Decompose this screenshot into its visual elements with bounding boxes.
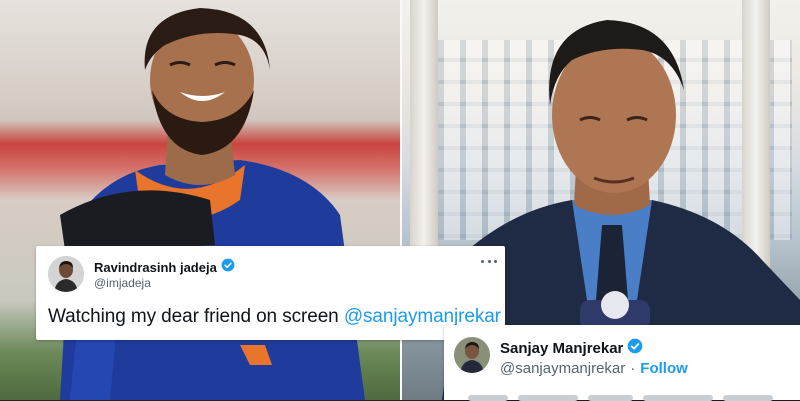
more-options-icon[interactable] — [481, 256, 497, 266]
author-handle-row: @sanjaymanjrekar · Follow — [500, 360, 688, 377]
avatar-image — [454, 337, 490, 373]
avatar[interactable] — [48, 256, 84, 292]
tweet-card-manjrekar[interactable]: Sanjay Manjrekar @sanjaymanjrekar · Foll… — [444, 325, 800, 401]
photo-left — [0, 0, 400, 400]
author-handle[interactable]: @imjadeja — [94, 276, 151, 290]
avatar-image — [48, 256, 84, 292]
avatar[interactable] — [454, 337, 490, 373]
author-handle-row: @imjadeja — [94, 276, 151, 290]
cropped-tweet-text — [468, 395, 773, 401]
tweet-card-jadeja[interactable]: Ravindrasinh jadeja @imjadeja Watching m… — [36, 246, 505, 340]
author-display-name[interactable]: Ravindrasinh jadeja — [94, 260, 217, 275]
verified-badge-icon — [221, 258, 235, 277]
follow-button[interactable]: Follow — [640, 360, 688, 377]
tweet-text: Watching my dear friend on screen @sanja… — [48, 306, 501, 328]
tweet-text-body: Watching my dear friend on screen — [48, 306, 344, 327]
player-photo-jadeja — [42, 8, 365, 400]
author-display-name[interactable]: Sanjay Manjrekar — [500, 340, 623, 357]
author-name-row: Ravindrasinh jadeja — [94, 258, 235, 277]
author-name-row: Sanjay Manjrekar — [500, 338, 643, 359]
verified-badge-icon — [627, 338, 643, 359]
mention-link[interactable]: @sanjaymanjrekar — [344, 306, 501, 327]
author-handle[interactable]: @sanjaymanjrekar — [500, 360, 625, 377]
separator-dot: · — [630, 360, 636, 377]
